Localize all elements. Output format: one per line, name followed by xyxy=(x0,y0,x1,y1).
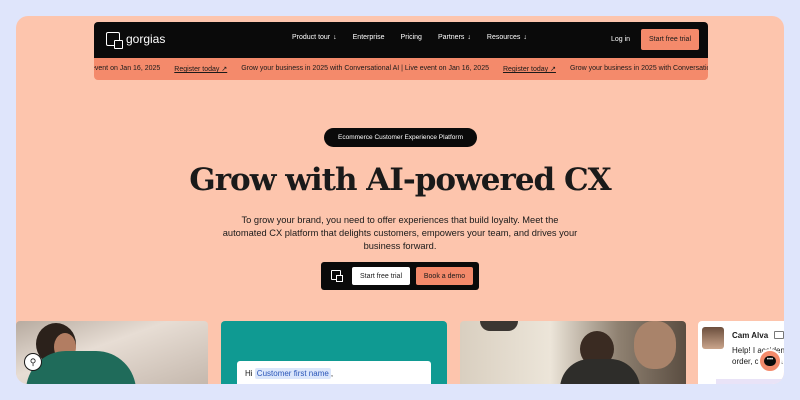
ticker-text: Grow your business in 2025 with Conversa… xyxy=(241,65,489,72)
nav-links: Product tour ↓ Enterprise Pricing Partner… xyxy=(292,34,527,41)
nav-product-tour[interactable]: Product tour ↓ xyxy=(292,34,337,41)
hero-headline: Grow with AI-powered CX xyxy=(189,162,612,198)
book-demo-button[interactable]: Book a demo xyxy=(416,267,473,285)
ticker-text: Grow your business in 2025 with Conversa… xyxy=(569,65,708,72)
message-template-card: Hi Customer first name, xyxy=(221,321,447,384)
top-navbar: gorgias Product tour ↓ Enterprise Pricing… xyxy=(94,22,708,58)
chevron-down-icon: ↓ xyxy=(333,34,337,41)
chat-preview-card: Cam Alva Help! I accident order, can I c… xyxy=(698,321,784,384)
greeting-text: Hi xyxy=(245,369,253,378)
photo-card-team xyxy=(460,321,686,384)
hero-subtext: To grow your brand, you need to offer ex… xyxy=(222,215,578,251)
chevron-down-icon: ↓ xyxy=(523,34,527,41)
mail-icon xyxy=(774,331,784,339)
nav-resources[interactable]: Resources ↓ xyxy=(487,34,527,41)
register-link[interactable]: Register today ↗ xyxy=(174,65,227,73)
category-pill: Ecommerce Customer Experience Platform xyxy=(324,128,477,147)
nav-enterprise[interactable]: Enterprise xyxy=(353,34,385,41)
chat-sender-name: Cam Alva xyxy=(732,331,769,340)
chat-icon: ••• xyxy=(764,356,776,366)
person-head xyxy=(634,321,676,369)
hero-cta-group: Start free trial Book a demo xyxy=(321,262,479,290)
chat-launcher-button[interactable]: ••• xyxy=(758,349,782,373)
login-link[interactable]: Log in xyxy=(611,36,630,43)
nav-partners[interactable]: Partners ↓ xyxy=(438,34,471,41)
person-body xyxy=(560,359,640,384)
brand-name: gorgias xyxy=(126,32,166,46)
message-preview: Hi Customer first name, xyxy=(237,361,431,384)
brand-logo[interactable]: gorgias xyxy=(106,32,166,49)
greeting-punct: , xyxy=(330,369,334,378)
nav-pricing[interactable]: Pricing xyxy=(401,34,422,41)
card-strip xyxy=(716,379,784,384)
chevron-down-icon: ↓ xyxy=(467,34,471,41)
variable-token: Customer first name xyxy=(254,368,331,379)
photo-card-woman: ⚲ xyxy=(16,321,208,384)
hero-start-trial-button[interactable]: Start free trial xyxy=(352,267,410,285)
gorgias-logo-icon xyxy=(106,32,123,49)
register-link[interactable]: Register today ↗ xyxy=(503,65,556,73)
avatar xyxy=(702,327,724,349)
ticker-text: event on Jan 16, 2025 xyxy=(94,65,161,72)
lamp-shape xyxy=(480,321,518,331)
browser-frame: gorgias Product tour ↓ Enterprise Pricing… xyxy=(16,16,784,384)
start-free-trial-button[interactable]: Start free trial xyxy=(641,29,699,50)
announcement-ticker: event on Jan 16, 2025 Register today ↗ G… xyxy=(94,58,708,80)
accessibility-icon[interactable]: ⚲ xyxy=(24,353,42,371)
gorgias-logo-icon xyxy=(331,270,343,282)
